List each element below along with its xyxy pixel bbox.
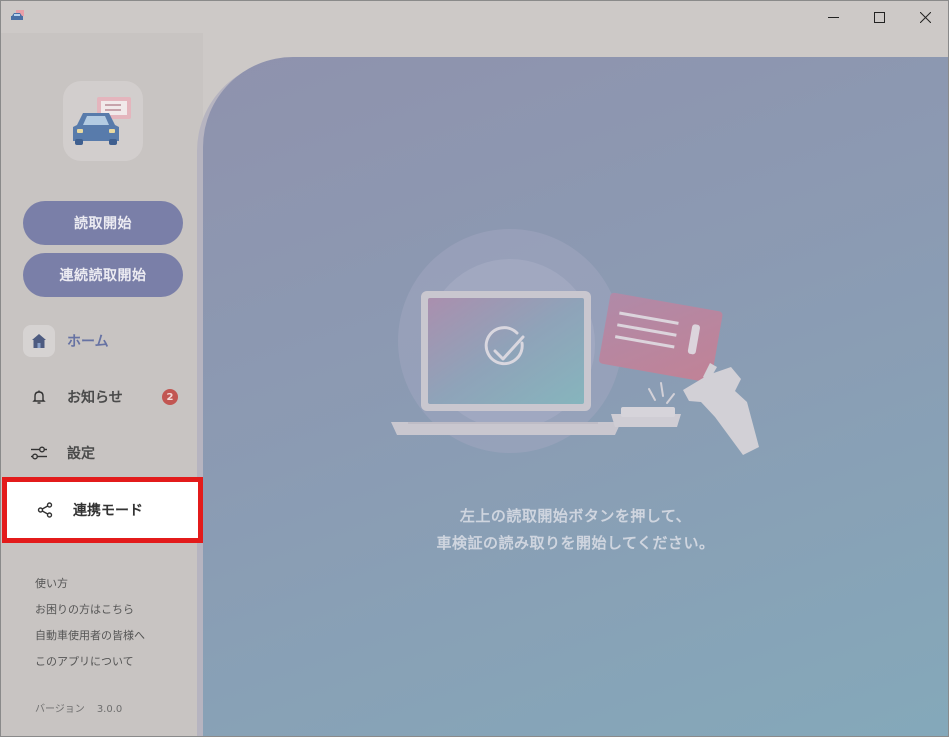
bell-icon-wrap xyxy=(23,381,55,413)
app-logo xyxy=(63,81,143,161)
nav-label-news: お知らせ xyxy=(67,390,123,406)
app-window: 読取開始 連続読取開始 ホーム お知らせ 2 設定 使い方 お困りの方はこちら … xyxy=(0,0,949,737)
instruction-text: 左上の読取開始ボタンを押して、 車検証の読み取りを開始してください。 xyxy=(203,503,948,557)
app-icon xyxy=(11,10,24,20)
start-reading-button[interactable]: 読取開始 xyxy=(23,201,183,245)
version-info: バージョン 3.0.0 xyxy=(35,700,122,715)
version-number: 3.0.0 xyxy=(96,704,123,715)
close-button[interactable] xyxy=(902,1,948,33)
sidebar: 読取開始 連続読取開始 ホーム お知らせ 2 設定 使い方 お困りの方はこちら … xyxy=(1,33,203,736)
reader-illustration xyxy=(391,229,759,455)
minimize-icon xyxy=(827,16,839,18)
sliders-icon xyxy=(31,446,47,460)
footer-link-about[interactable]: このアプリについて xyxy=(35,653,134,669)
sliders-icon-wrap xyxy=(23,437,55,469)
link-mode-highlight: 連携モード xyxy=(2,477,203,543)
maximize-icon xyxy=(873,11,885,23)
home-icon xyxy=(32,334,46,348)
maximize-button[interactable] xyxy=(856,1,902,33)
footer-link-how-to-use[interactable]: 使い方 xyxy=(35,575,68,591)
share-icon-wrap xyxy=(29,494,61,526)
minimize-button[interactable] xyxy=(810,1,856,33)
notification-badge: 2 xyxy=(162,389,178,405)
instruction-line-1: 左上の読取開始ボタンを押して、 xyxy=(459,507,692,525)
nav-label-link-mode: 連携モード xyxy=(73,503,143,519)
footer-link-vehicle-users[interactable]: 自動車使用者の皆様へ xyxy=(35,627,145,643)
nav-label-home: ホーム xyxy=(67,334,109,350)
nav-item-settings[interactable]: 設定 xyxy=(23,435,193,471)
nav-item-link-mode[interactable]: 連携モード xyxy=(29,495,199,525)
nav-item-news[interactable]: お知らせ 2 xyxy=(23,379,193,415)
start-continuous-reading-button[interactable]: 連続読取開始 xyxy=(23,253,183,297)
nav-item-home[interactable]: ホーム xyxy=(23,323,193,359)
footer-link-help[interactable]: お困りの方はこちら xyxy=(35,601,134,617)
instruction-line-2: 車検証の読み取りを開始してください。 xyxy=(436,534,715,552)
close-icon xyxy=(919,11,931,23)
bell-icon xyxy=(32,390,46,404)
home-icon-wrap xyxy=(23,325,55,357)
share-icon xyxy=(37,502,53,518)
nav-label-settings: 設定 xyxy=(67,446,95,462)
main-panel: 左上の読取開始ボタンを押して、 車検証の読み取りを開始してください。 xyxy=(203,57,948,736)
car-logo-icon xyxy=(73,97,131,145)
title-bar xyxy=(1,1,948,33)
version-label: バージョン xyxy=(35,704,85,715)
